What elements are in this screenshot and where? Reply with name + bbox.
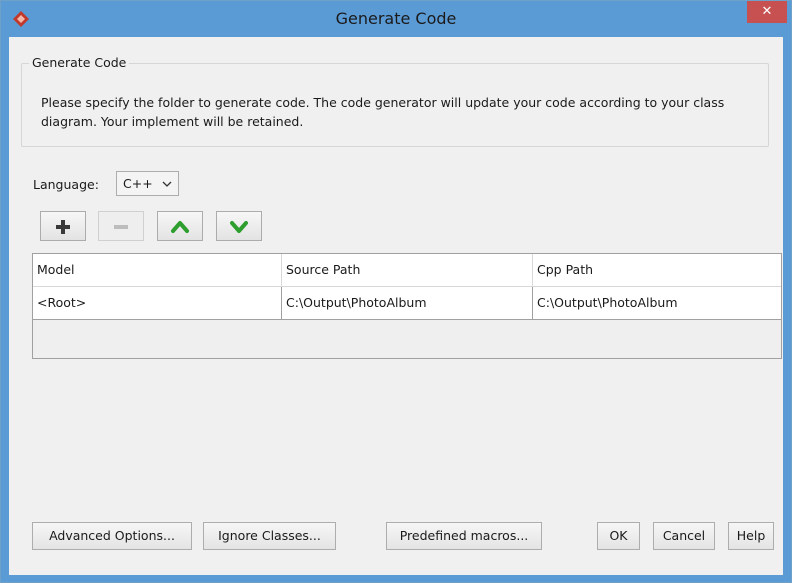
dialog-body: Generate Code Please specify the folder … — [9, 37, 783, 575]
model-cell[interactable]: <Root> — [33, 287, 282, 319]
predefined-macros-button[interactable]: Predefined macros... — [386, 522, 542, 550]
code-paths-table: Model Source Path Cpp Path <Root> C:\Out… — [32, 253, 782, 359]
ok-button[interactable]: OK — [597, 522, 640, 550]
language-label: Language: — [33, 177, 99, 192]
source-path-cell[interactable]: C:\Output\PhotoAlbum — [282, 287, 533, 319]
minus-icon — [114, 225, 128, 229]
column-header-cpp-path[interactable]: Cpp Path — [533, 254, 781, 286]
move-down-button[interactable] — [216, 211, 262, 241]
window-title: Generate Code — [335, 9, 457, 28]
ignore-classes-button[interactable]: Ignore Classes... — [203, 522, 336, 550]
generate-code-dialog: Generate Code ✕ Generate Code Please spe… — [0, 0, 792, 583]
group-title: Generate Code — [29, 55, 130, 70]
chevron-down-icon — [162, 181, 172, 187]
cpp-path-cell[interactable]: C:\Output\PhotoAlbum — [533, 287, 781, 319]
column-header-source-path[interactable]: Source Path — [282, 254, 533, 286]
close-button[interactable]: ✕ — [747, 1, 787, 23]
move-down-icon — [230, 221, 248, 233]
help-button[interactable]: Help — [728, 522, 774, 550]
table-row[interactable]: <Root> C:\Output\PhotoAlbum C:\Output\Ph… — [33, 287, 781, 320]
add-model-button[interactable] — [40, 211, 86, 241]
table-header: Model Source Path Cpp Path — [33, 254, 781, 287]
remove-model-button[interactable] — [98, 211, 144, 241]
column-header-model[interactable]: Model — [33, 254, 282, 286]
advanced-options-button[interactable]: Advanced Options... — [32, 522, 192, 550]
plus-icon — [56, 220, 70, 234]
language-select[interactable]: C++ — [116, 171, 179, 196]
title-bar[interactable]: Generate Code ✕ — [1, 1, 791, 37]
move-up-button[interactable] — [157, 211, 203, 241]
language-value: C++ — [123, 176, 153, 191]
move-up-icon — [171, 221, 189, 233]
instructions-text: Please specify the folder to generate co… — [41, 95, 725, 129]
cancel-button[interactable]: Cancel — [653, 522, 715, 550]
